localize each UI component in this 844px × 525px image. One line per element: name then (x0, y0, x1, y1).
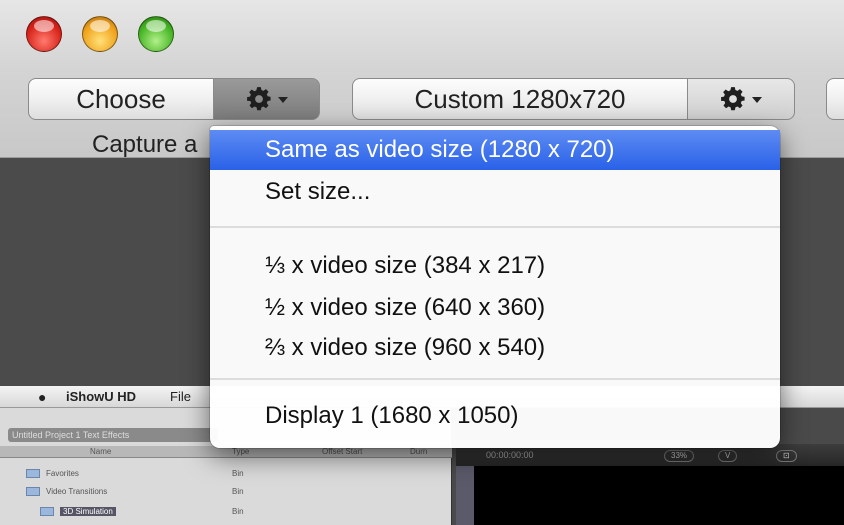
app-menu-file: File (170, 389, 191, 404)
choose-button-label: Choose (76, 83, 166, 114)
zoom-window-button[interactable] (138, 16, 174, 52)
menu-separator (210, 226, 780, 228)
browser-tabs: Untitled Project 1 Text Effects (8, 428, 218, 442)
menu-item-label: Set size... (265, 178, 371, 205)
view-popup[interactable]: V (718, 450, 738, 462)
row-type: Bin (232, 469, 244, 478)
row-name: Favorites (46, 469, 79, 478)
choose-button[interactable]: Choose (28, 78, 214, 120)
menu-item-label: ⅓ x video size (384 x 217) (265, 252, 546, 279)
chevron-down-icon (752, 97, 762, 103)
menu-item-label: Display 1 (1680 x 1050) (265, 402, 519, 429)
viewer-timecode: 00:00:00:00 (486, 450, 534, 460)
folder-icon (26, 469, 40, 478)
partial-toolbar-button[interactable] (826, 78, 844, 120)
row-name: 3D Simulation (60, 507, 116, 516)
video-size-gear-button[interactable] (687, 78, 795, 120)
gear-icon (246, 87, 271, 111)
viewer-side-strip (456, 466, 474, 525)
menu-item-two-thirds-size[interactable]: ⅔ x video size (960 x 540) (210, 328, 780, 368)
menu-item-third-size[interactable]: ⅓ x video size (384 x 217) (210, 246, 780, 286)
row-type: Bin (232, 487, 244, 496)
column-offset: Offset Start (322, 447, 363, 456)
column-name: Name (90, 447, 112, 456)
menu-item-label: ⅔ x video size (960 x 540) (265, 334, 546, 361)
menu-item-half-size[interactable]: ½ x video size (640 x 360) (210, 288, 780, 328)
menu-item-label: ½ x video size (640 x 360) (265, 294, 546, 321)
row-type: Bin (232, 507, 244, 516)
browser-row[interactable]: Video Transitions Bin (0, 484, 452, 500)
display-popup[interactable]: ⊡ (776, 450, 797, 462)
menu-item-same-as-video[interactable]: Same as video size (1280 x 720) (210, 130, 780, 170)
chevron-down-icon (277, 97, 288, 103)
gear-icon (721, 87, 745, 111)
row-name: Video Transitions (46, 487, 108, 496)
capture-area-caption: Capture a (92, 131, 198, 158)
menu-item-display-1[interactable]: Display 1 (1680 x 1050) (210, 396, 780, 436)
column-durn: Durn (410, 447, 428, 456)
video-size-label: Custom 1280x720 (414, 83, 626, 114)
menu-item-label: Same as video size (1280 x 720) (265, 136, 615, 163)
app-menu-name: iShowU HD (66, 389, 137, 404)
browser-row[interactable]: Favorites Bin (0, 466, 452, 482)
minimize-window-button[interactable] (82, 16, 118, 52)
apple-icon: ● (38, 389, 47, 405)
video-size-button[interactable]: Custom 1280x720 (352, 78, 688, 120)
size-dropdown-menu: Same as video size (1280 x 720) Set size… (210, 126, 780, 448)
column-type: Type (232, 447, 250, 456)
browser-row[interactable]: 3D Simulation Bin (0, 504, 452, 520)
menu-separator (210, 378, 780, 380)
close-window-button[interactable] (26, 16, 62, 52)
folder-icon (40, 507, 54, 516)
capture-area-gear-button[interactable] (213, 78, 320, 120)
menu-item-set-size[interactable]: Set size... (210, 172, 780, 212)
zoom-popup[interactable]: 33% (664, 450, 695, 462)
folder-icon (26, 487, 40, 496)
